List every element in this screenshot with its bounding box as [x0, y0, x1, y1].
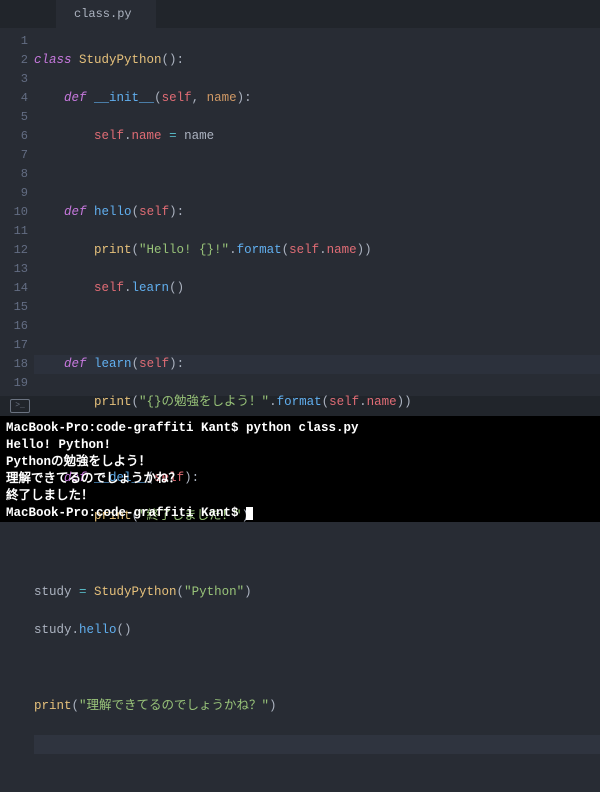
code-line	[34, 317, 600, 336]
terminal-cursor	[246, 507, 253, 520]
code-line: study.hello()	[34, 621, 600, 640]
code-line: self.learn()	[34, 279, 600, 298]
code-line	[34, 165, 600, 184]
code-area[interactable]: class StudyPython(): def __init__(self, …	[34, 28, 600, 396]
code-line: self.name = name	[34, 127, 600, 146]
code-line: def learn(self):	[34, 355, 600, 374]
tab-bar: class.py	[0, 0, 600, 28]
terminal-icon[interactable]: >_	[10, 399, 30, 413]
code-editor[interactable]: 12345678910111213141516171819 class Stud…	[0, 28, 600, 396]
code-line: class StudyPython():	[34, 51, 600, 70]
tab-filename: class.py	[74, 7, 132, 21]
code-line: def __init__(self, name):	[34, 89, 600, 108]
code-line	[34, 545, 600, 564]
code-line: print("Hello! {}!".format(self.name))	[34, 241, 600, 260]
code-line	[34, 735, 600, 754]
line-gutter: 12345678910111213141516171819	[0, 28, 34, 396]
code-line	[34, 659, 600, 678]
code-line: study = StudyPython("Python")	[34, 583, 600, 602]
code-line: print("{}の勉強をしよう！".format(self.name))	[34, 393, 600, 412]
code-line: print("理解できてるのでしょうかね？")	[34, 697, 600, 716]
code-line: def hello(self):	[34, 203, 600, 222]
file-tab[interactable]: class.py	[56, 0, 156, 28]
